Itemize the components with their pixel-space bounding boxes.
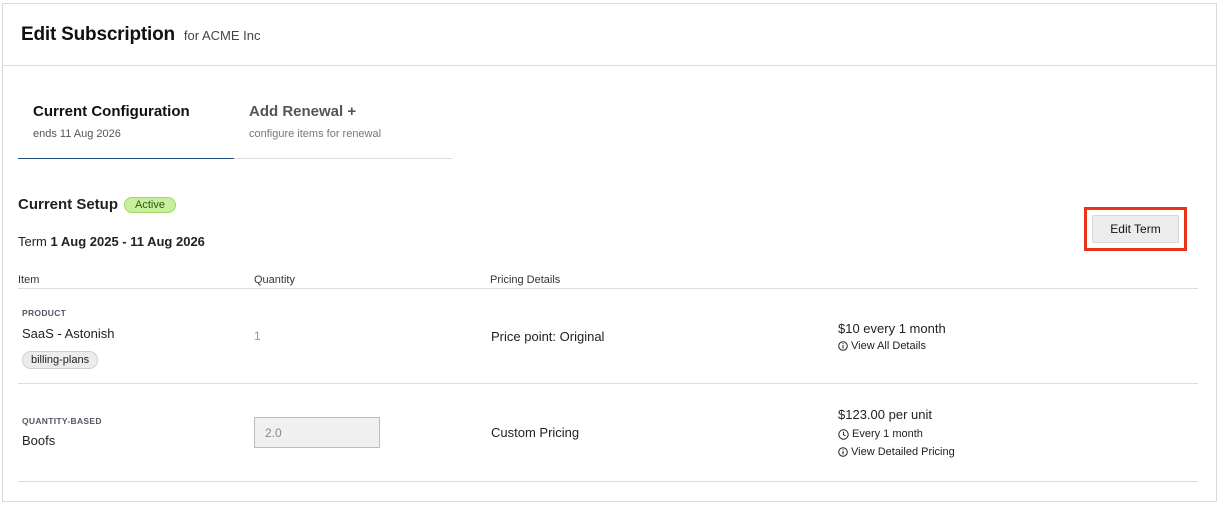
tab-current-configuration[interactable]: Current Configuration ends 11 Aug 2026 <box>18 92 234 159</box>
section-title: Current Setup <box>18 196 119 213</box>
config-tabs: Current Configuration ends 11 Aug 2026 A… <box>18 92 452 159</box>
view-all-details-link[interactable]: View All Details <box>838 340 926 352</box>
item-price: $10 every 1 month <box>838 321 946 336</box>
item-category: QUANTITY-BASED <box>22 416 102 426</box>
column-header-quantity: Quantity <box>254 274 295 286</box>
items-table: Item Quantity Pricing Details PRODUCT Sa… <box>18 272 1198 482</box>
status-badge: Active <box>124 196 176 213</box>
edit-term-button[interactable]: Edit Term <box>1092 215 1179 243</box>
info-icon <box>838 341 848 351</box>
tab-label: Current Configuration <box>33 103 190 120</box>
term-label: Term <box>18 234 47 249</box>
tab-sublabel: configure items for renewal <box>249 128 382 140</box>
link-text: View All Details <box>851 340 926 352</box>
page-title: Edit Subscription <box>21 24 175 45</box>
pricing-details: Price point: Original <box>491 329 605 344</box>
item-tag: billing-plans <box>22 351 99 369</box>
item-quantity: 1 <box>254 329 261 343</box>
item-name: SaaS - Astonish <box>22 326 115 341</box>
billing-frequency: Every 1 month <box>838 428 923 440</box>
column-header-item: Item <box>18 274 40 286</box>
tab-add-renewal[interactable]: Add Renewal + configure items for renewa… <box>234 92 450 158</box>
table-row: PRODUCT SaaS - Astonish billing-plans 1 … <box>18 289 1198 384</box>
clock-icon <box>838 428 849 440</box>
link-text: View Detailed Pricing <box>851 446 955 458</box>
pricing-details: Custom Pricing <box>491 425 580 440</box>
view-detailed-pricing-link[interactable]: View Detailed Pricing <box>838 446 955 458</box>
item-category: PRODUCT <box>22 308 67 318</box>
info-icon <box>838 447 848 457</box>
term-dates: 1 Aug 2025 - 11 Aug 2026 <box>50 234 205 249</box>
item-price: $123.00 per unit <box>838 407 932 422</box>
term-range: Term 1 Aug 2025 - 11 Aug 2026 <box>18 234 205 249</box>
tab-label: Add Renewal + <box>249 103 357 120</box>
item-name: Boofs <box>22 433 56 448</box>
page-subtitle: for ACME Inc <box>183 28 261 43</box>
quantity-input[interactable] <box>254 417 380 448</box>
table-header: Item Quantity Pricing Details <box>18 272 1198 289</box>
frequency-text: Every 1 month <box>852 428 923 440</box>
current-setup-heading: Current Setup Active <box>18 196 176 213</box>
table-row: QUANTITY-BASED Boofs Custom Pricing $123… <box>18 384 1198 482</box>
column-header-pricing: Pricing Details <box>490 274 561 286</box>
tab-sublabel: ends 11 Aug 2026 <box>33 128 121 140</box>
page-header: Edit Subscription for ACME Inc <box>3 4 1216 66</box>
edit-term-highlight: Edit Term <box>1084 207 1187 251</box>
